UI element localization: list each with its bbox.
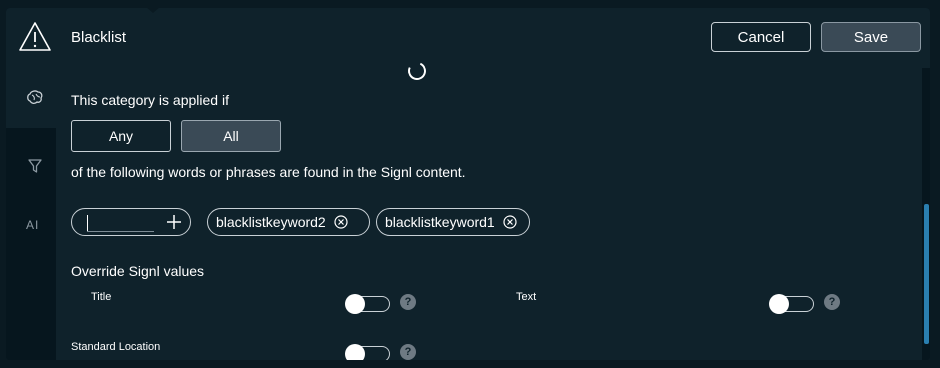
help-icon[interactable]: ? (400, 344, 416, 360)
option-any-button[interactable]: Any (71, 120, 171, 152)
sidebar: AI (6, 68, 56, 360)
modal-header: Blacklist Cancel Save (6, 8, 930, 69)
toggle-knob (345, 294, 365, 314)
help-icon[interactable]: ? (824, 294, 840, 310)
text-toggle[interactable] (769, 294, 814, 314)
filter-icon[interactable] (26, 157, 44, 175)
pointer-caret (146, 8, 160, 13)
keyword-tag-label: blacklistkeyword2 (216, 214, 326, 230)
keyword-tag: blacklistkeyword1 (376, 208, 530, 236)
title-toggle[interactable] (345, 294, 390, 314)
warning-triangle-icon (19, 22, 51, 51)
keyword-tag-label: blacklistkeyword1 (385, 214, 495, 230)
override-text-label: Text (516, 291, 537, 303)
keyword-input[interactable] (71, 208, 191, 236)
remove-tag-icon[interactable] (503, 215, 517, 229)
override-heading: Override Signl values (71, 263, 205, 279)
modal: Blacklist Cancel Save AI This category i… (6, 8, 930, 360)
ai-text-icon[interactable]: AI (26, 218, 46, 236)
cancel-button[interactable]: Cancel (711, 22, 811, 52)
override-standard-location-label: Standard Location (71, 341, 161, 353)
category-suffix: of the following words or phrases are fo… (71, 164, 466, 180)
add-keyword-icon[interactable] (166, 214, 182, 230)
main-content: This category is applied if Any All of t… (56, 59, 922, 360)
toggle-knob (769, 294, 789, 314)
standard-location-toggle[interactable] (345, 344, 390, 360)
sidebar-item-brain[interactable] (6, 68, 56, 128)
override-title-label: Title (91, 291, 112, 303)
text-cursor (87, 215, 88, 231)
page-title: Blacklist (71, 29, 127, 46)
toggle-knob (345, 344, 365, 360)
option-all-button[interactable]: All (181, 120, 281, 152)
brain-icon (27, 90, 43, 105)
category-intro: This category is applied if (71, 92, 229, 108)
input-underline (87, 231, 154, 232)
keyword-tag: blacklistkeyword2 (207, 208, 370, 236)
help-icon[interactable]: ? (400, 294, 416, 310)
scrollbar-thumb[interactable] (924, 204, 929, 344)
save-button[interactable]: Save (821, 22, 921, 52)
remove-tag-icon[interactable] (334, 215, 348, 229)
